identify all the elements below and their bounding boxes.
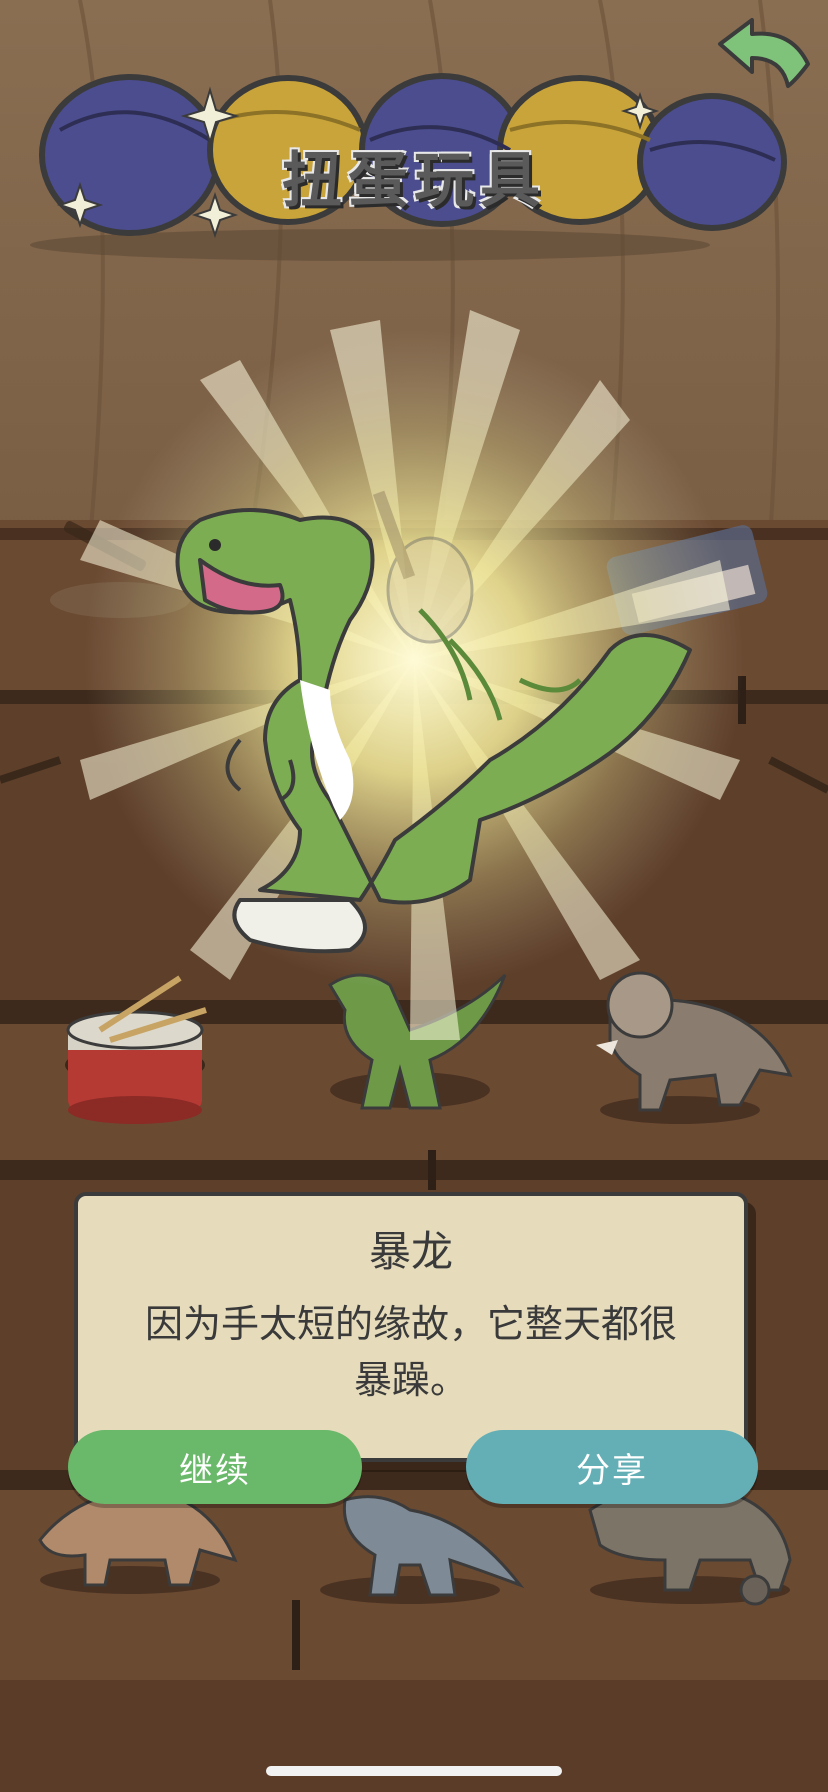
dinosaur-info-card: 暴龙 因为手太短的缘故，它整天都很暴躁。 [74,1192,748,1462]
back-button[interactable] [712,14,816,94]
curved-arrow-back-icon [718,18,810,88]
dinosaur-description: 因为手太短的缘故，它整天都很暴躁。 [144,1302,677,1402]
scene-illustration [0,0,828,1792]
page-title: 扭蛋玩具 [282,146,546,216]
home-indicator[interactable] [266,1766,562,1776]
share-button[interactable]: 分享 [466,1430,758,1504]
dinosaur-name: 暴龙 [368,1227,453,1276]
continue-button[interactable]: 继续 [68,1430,362,1504]
